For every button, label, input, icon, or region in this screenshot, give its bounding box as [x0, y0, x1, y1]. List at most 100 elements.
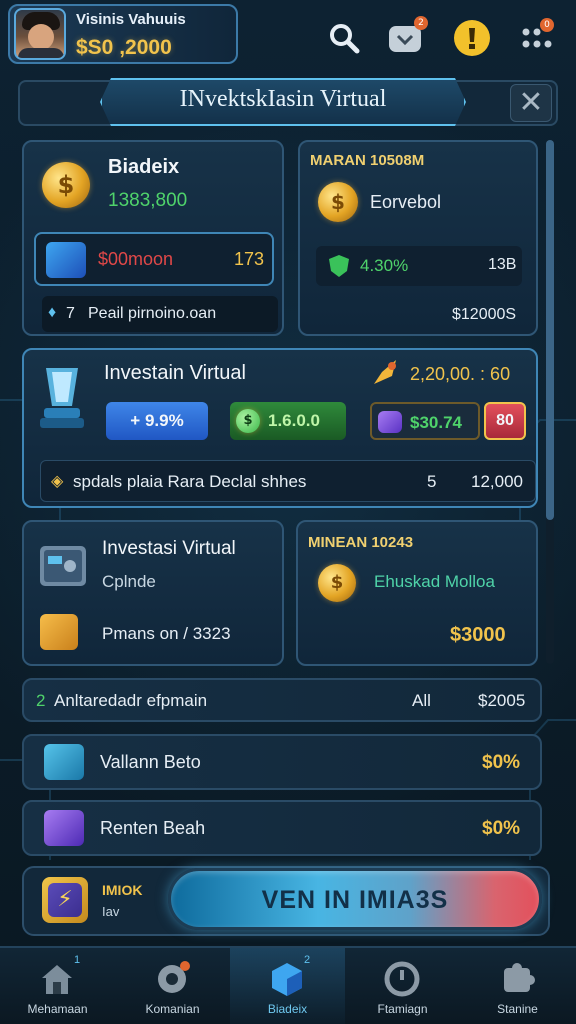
coin-icon: $ — [318, 564, 356, 602]
value-field[interactable]: $00moon 173 — [34, 232, 274, 286]
tag-value: 13B — [488, 256, 517, 273]
info-strip: ♦ 7 Peail pirnoino.oan — [42, 296, 278, 332]
main-action-button[interactable]: VEN IN IMIA3S — [168, 868, 542, 930]
list-item[interactable]: Renten Beah $0% — [22, 800, 542, 856]
hint-button[interactable] — [452, 18, 492, 58]
gear-icon — [158, 961, 190, 993]
list-item-name: Vallann Beto — [100, 752, 201, 772]
nav-item-home[interactable]: 1 Mehamaan — [0, 948, 115, 1024]
cube-icon — [378, 411, 402, 433]
shield-icon — [329, 255, 349, 277]
action-label-bottom: Iav — [102, 904, 120, 919]
info-number: 7 — [66, 305, 75, 322]
featured-investment[interactable]: Investain Virtual 2,20,00. : 60 + 9.9% $… — [22, 348, 538, 508]
diamond-icon: ♦ — [48, 304, 57, 321]
profile-name: Visinis Vahuuis — [76, 11, 186, 28]
more-button[interactable]: 0 — [516, 18, 556, 58]
chip-purple[interactable]: $30.74 — [370, 402, 480, 440]
card-investasi[interactable]: Investasi Virtual Cplnde Pmans on / 3323 — [22, 520, 284, 666]
card-name: Ehuskad Molloa — [374, 572, 495, 591]
close-icon: ✕ — [518, 85, 544, 120]
nav-badge: 2 — [304, 954, 311, 966]
card-header: MARAN 10508M — [310, 152, 425, 169]
scroll-thumb[interactable] — [546, 140, 554, 520]
house-icon — [42, 965, 72, 994]
cube-icon — [46, 242, 86, 278]
percent-value: 4.30% — [360, 256, 409, 275]
list-item-value: $0% — [482, 752, 521, 773]
reward-icon[interactable]: ⚡ — [42, 877, 88, 923]
nav-badge: 1 — [74, 954, 81, 966]
nav-label: Stanine — [497, 1002, 538, 1016]
nav-item-ftamiagn[interactable]: Ftamiagn — [345, 948, 460, 1024]
nav-item-biadeix[interactable]: 2 Biadeix — [230, 948, 345, 1024]
chip-green[interactable]: $ 1.6.0.0 — [230, 402, 346, 440]
footer-amount: 12,000 — [471, 472, 523, 491]
mail-badge: 2 — [414, 16, 428, 30]
card-name: Eorvebol — [370, 192, 442, 212]
lightbulb-icon — [454, 20, 490, 56]
nav-label: Komanian — [145, 1002, 200, 1016]
footer-text: spdals plaia Rara Declal shhes — [73, 472, 307, 491]
chip-blue[interactable]: + 9.9% — [106, 402, 208, 440]
summary-row[interactable]: 2 Anltaredadr efpmain All $2005 — [22, 678, 542, 722]
info-text: Peail pirnoino.oan — [88, 305, 217, 322]
cube-icon — [44, 810, 84, 846]
page-title: INvektskIasin Virtual — [179, 86, 387, 112]
card-amount: $3000 — [450, 624, 506, 646]
profile-balance: $S0 ,2000 — [76, 36, 172, 59]
close-button[interactable]: ✕ — [510, 84, 552, 122]
box-icon — [40, 614, 78, 650]
card-header: MINEAN 10243 — [308, 534, 414, 551]
cube-icon — [272, 963, 302, 996]
card-subtitle: Cplnde — [102, 572, 156, 591]
main-action-label: VEN IN IMIA3S — [261, 886, 449, 914]
scrollbar[interactable] — [546, 140, 554, 664]
list-item-value: $0% — [482, 818, 521, 839]
field-count: 173 — [234, 249, 265, 269]
puzzle-icon — [504, 963, 535, 992]
clock-icon — [384, 961, 420, 997]
crystal-lamp-icon — [40, 368, 84, 428]
coin-icon: $ — [42, 162, 90, 208]
nav-label: Ftamiagn — [377, 1002, 428, 1016]
card-ehuskad[interactable]: MINEAN 10243 $ Ehuskad Molloa $3000 — [296, 520, 538, 666]
dollar-icon: $ — [236, 409, 260, 433]
featured-footer: ◈ spdals plaia Rara Declal shhes 5 12,00… — [40, 460, 536, 502]
card-title: Biadeix — [108, 156, 180, 178]
search-button[interactable] — [324, 18, 364, 58]
mail-button[interactable]: 2 — [386, 16, 428, 58]
chip-green-value: 1.6.0.0 — [268, 411, 320, 430]
top-header: Visinis Vahuuis $S0 ,2000 2 0 — [0, 0, 576, 78]
list-item[interactable]: Vallann Beto $0% — [22, 734, 542, 790]
card-amount: $12000S — [452, 306, 517, 323]
list-item-name: Renten Beah — [100, 818, 206, 838]
summary-label: All — [412, 691, 431, 710]
coin-icon: $ — [318, 182, 358, 222]
avatar[interactable] — [14, 8, 66, 60]
rocket-icon — [374, 360, 396, 384]
cube-icon — [44, 744, 84, 780]
card-eorvebol[interactable]: MARAN 10508M $ Eorvebol 4.30% 13B $12000… — [298, 140, 538, 336]
action-label-top: IMIOK — [102, 882, 143, 898]
summary-text: Anltaredadr efpmain — [54, 691, 208, 710]
nav-item-settings[interactable]: Komanian — [115, 948, 230, 1024]
profile-card[interactable]: Visinis Vahuuis $S0 ,2000 — [8, 4, 238, 64]
bottom-nav: 1 Mehamaan Komanian 2 Biadeix Ftamiagn S… — [0, 946, 576, 1024]
chip-red[interactable]: 80 — [484, 402, 526, 440]
chip-purple-value: $30.74 — [410, 413, 462, 432]
footer-num: 5 — [427, 472, 437, 491]
percent-field: 4.30% 13B — [316, 246, 522, 286]
card-info: Pmans on / 3323 — [102, 624, 231, 643]
nav-item-stanine[interactable]: Stanine — [460, 948, 575, 1024]
gem-icon: ◈ — [51, 473, 64, 490]
card-biadeix[interactable]: $ Biadeix 1383,800 $00moon 173 ♦ 7 Peail… — [22, 140, 284, 336]
card-title: Investasi Virtual — [102, 538, 236, 559]
featured-title: Investain Virtual — [104, 362, 246, 384]
safe-icon — [40, 546, 86, 586]
nav-label: Biadeix — [267, 1002, 308, 1016]
summary-amount: $2005 — [478, 691, 526, 710]
summary-num: 2 — [36, 691, 46, 710]
lightning-icon: ⚡ — [48, 883, 82, 917]
search-icon — [330, 24, 360, 54]
